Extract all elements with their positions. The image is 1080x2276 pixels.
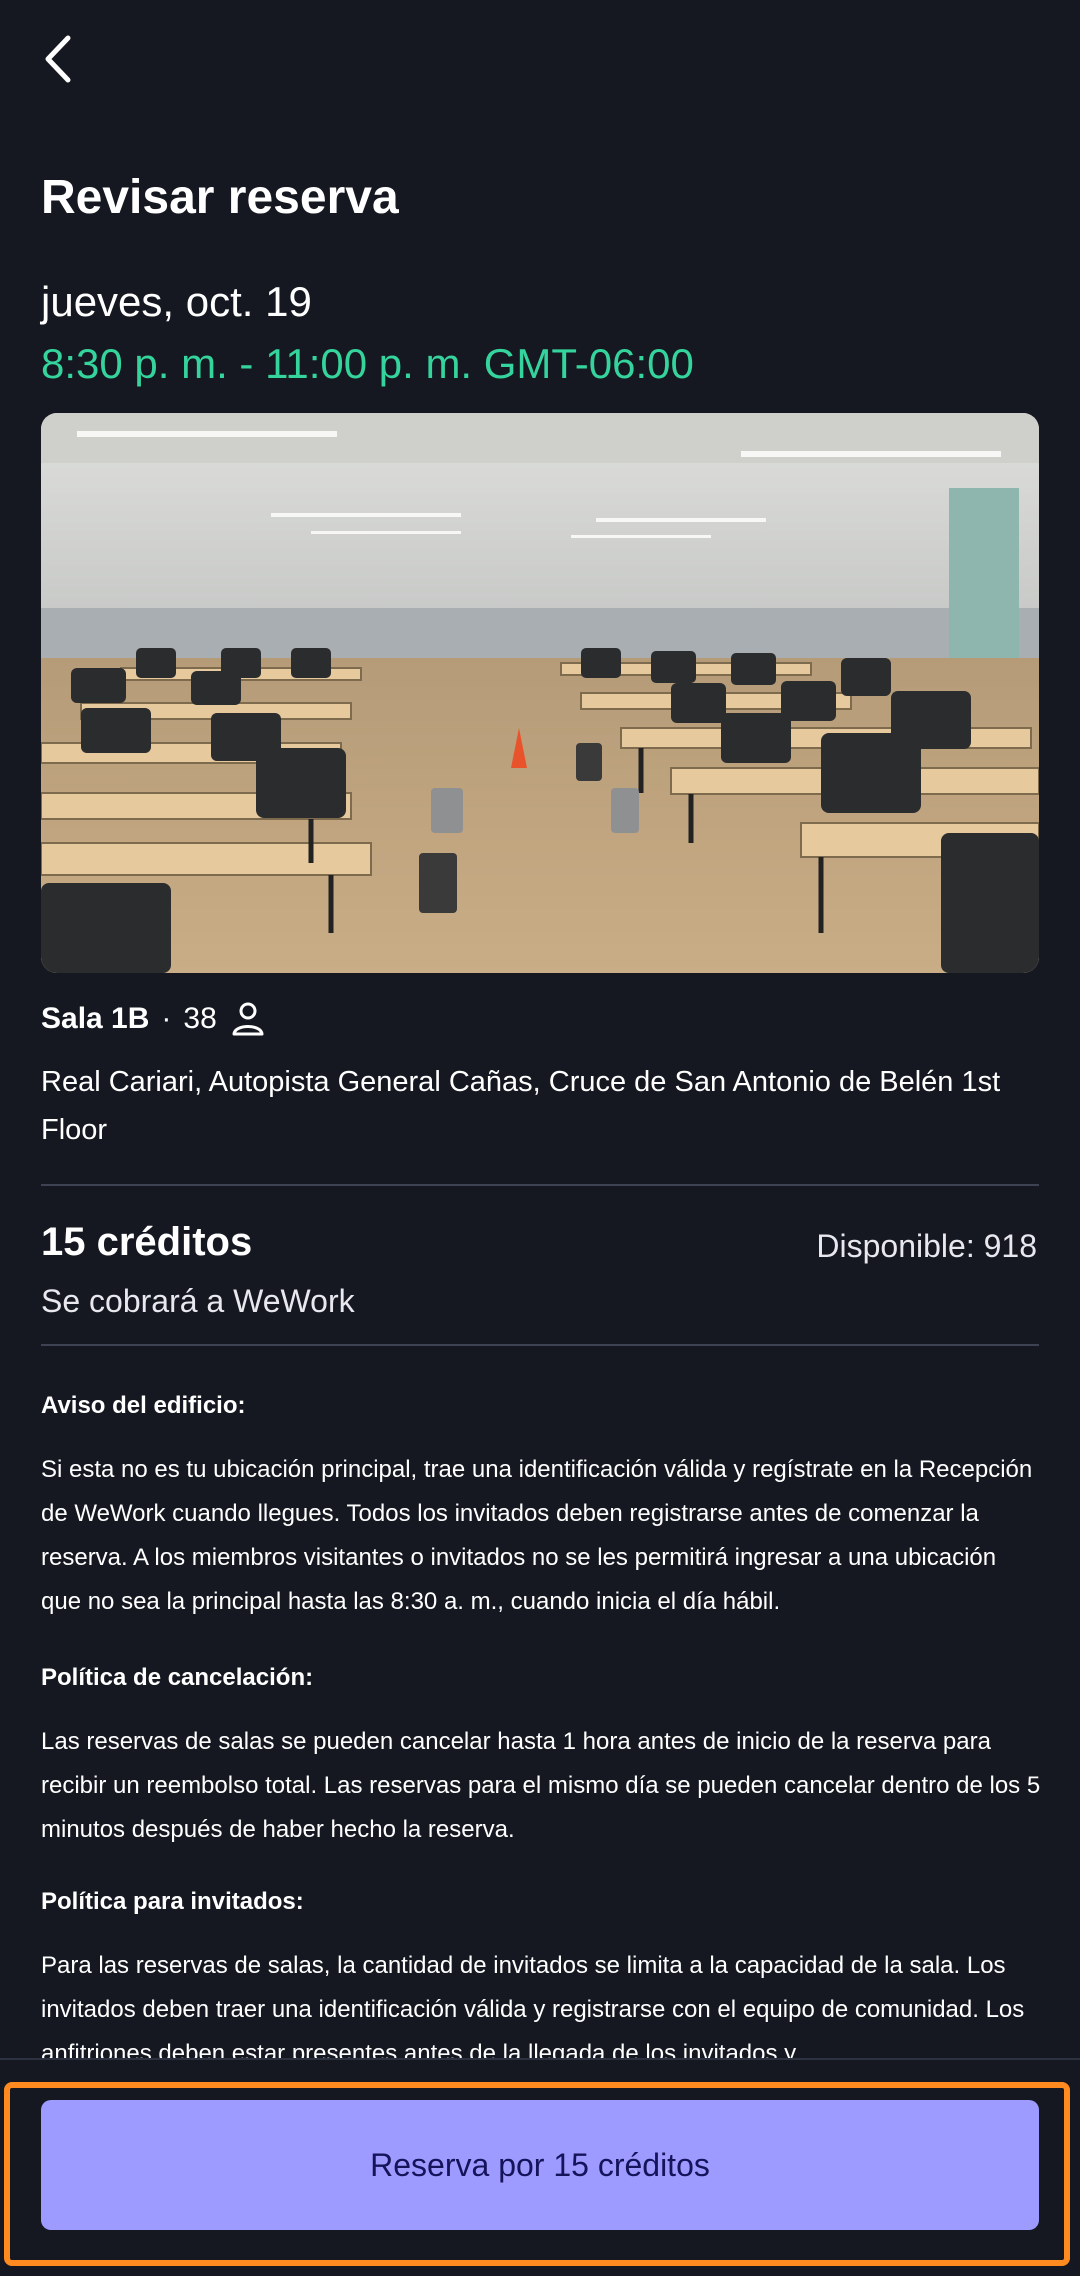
cancellation-policy: Política de cancelación: Las reservas de…: [41, 1664, 1041, 1852]
book-button[interactable]: Reserva por 15 créditos: [41, 2100, 1039, 2230]
page-title: Revisar reserva: [41, 171, 399, 224]
separator-dot: ·: [161, 1002, 172, 1035]
room-capacity: 38: [183, 1002, 217, 1035]
chevron-left-icon: [45, 35, 71, 83]
charged-to: Se cobrará a WeWork: [41, 1283, 355, 1319]
credits-cost: 15 créditos: [41, 1220, 253, 1264]
guest-policy: Política para invitados: Para las reserv…: [41, 1888, 1041, 2076]
room-name: Sala 1B: [41, 1002, 150, 1035]
building-notice: Aviso del edificio: Si esta no es tu ubi…: [41, 1392, 1041, 1624]
notice-body: Si esta no es tu ubicación principal, tr…: [41, 1456, 1033, 1615]
credits-available: Disponible: 918: [816, 1228, 1037, 1264]
divider: [41, 1344, 1039, 1346]
notice-title: Aviso del edificio:: [41, 1392, 246, 1419]
booking-time: 8:30 p. m. - 11:00 p. m. GMT-06:00: [41, 340, 694, 387]
back-button[interactable]: [34, 30, 94, 90]
room-address: Real Cariari, Autopista General Cañas, C…: [41, 1066, 1001, 1146]
notice-title: Política de cancelación:: [41, 1664, 314, 1691]
room-summary: Sala 1B · 38: [41, 1000, 267, 1038]
divider: [41, 1184, 1039, 1186]
booking-date: jueves, oct. 19: [41, 278, 312, 325]
notice-body: Para las reservas de salas, la cantidad …: [41, 1952, 1025, 2067]
notice-body: Las reservas de salas se pueden cancelar…: [41, 1728, 1041, 1843]
person-icon: [232, 1002, 264, 1036]
notice-title: Política para invitados:: [41, 1888, 304, 1915]
room-photo: [41, 413, 1039, 973]
